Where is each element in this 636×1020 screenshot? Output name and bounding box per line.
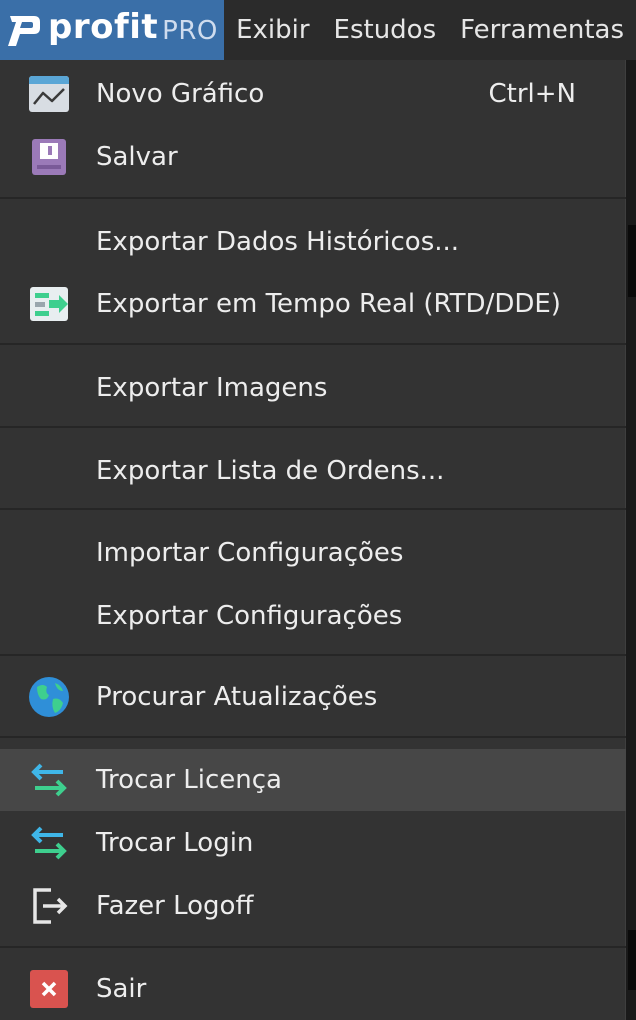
menu-item-label: Novo Gráfico — [96, 79, 265, 109]
globe-icon — [27, 675, 71, 719]
menu-item-label: Importar Configurações — [96, 538, 404, 568]
menubar-item-ferramentas[interactable]: Ferramentas — [448, 0, 636, 60]
menu-item-trocar-login[interactable]: Trocar Login — [0, 812, 626, 874]
swap-arrows-icon — [27, 821, 71, 865]
menu-item-exportar-tempo-real[interactable]: Exportar em Tempo Real (RTD/DDE) — [0, 273, 626, 335]
menu-item-exportar-lista-ordens[interactable]: Exportar Lista de Ordens... — [0, 440, 626, 502]
menu-item-exportar-imagens[interactable]: Exportar Imagens — [0, 357, 626, 419]
export-realtime-icon — [27, 282, 71, 326]
menu-item-label: Exportar em Tempo Real (RTD/DDE) — [96, 289, 561, 319]
menu-item-novo-grafico[interactable]: Novo Gráfico Ctrl+N — [0, 63, 626, 125]
menu-separator — [0, 736, 626, 738]
menu-separator — [0, 946, 626, 948]
menu-separator — [0, 654, 626, 656]
menu-item-exportar-dados-historicos[interactable]: Exportar Dados Históricos... — [0, 211, 626, 273]
menu-item-fazer-logoff[interactable]: Fazer Logoff — [0, 875, 626, 937]
app-menu-logo-button[interactable]: profit PRO — [0, 0, 225, 60]
menu-item-label: Exportar Dados Históricos... — [96, 227, 460, 257]
menu-item-label: Fazer Logoff — [96, 891, 254, 921]
menu-item-label: Sair — [96, 974, 147, 1004]
swap-arrows-icon — [27, 758, 71, 802]
logo-suffix: PRO — [162, 16, 218, 46]
menubar: profit PRO Exibir Estudos Ferramentas — [0, 0, 636, 60]
menu-item-label: Procurar Atualizações — [96, 682, 378, 712]
menu-item-label: Exportar Configurações — [96, 601, 403, 631]
menu-item-sair[interactable]: Sair — [0, 958, 626, 1020]
menu-item-label: Salvar — [96, 142, 178, 172]
profit-logo-icon — [4, 10, 44, 50]
save-icon — [27, 135, 71, 179]
chart-line-icon — [27, 72, 71, 116]
menu-separator — [0, 426, 626, 428]
menu-separator — [0, 197, 626, 199]
menu-item-importar-configuracoes[interactable]: Importar Configurações — [0, 522, 626, 584]
logo-wordmark: profit — [48, 7, 159, 47]
app-window: profit PRO Exibir Estudos Ferramentas No… — [0, 0, 636, 1020]
menu-item-shortcut: Ctrl+N — [488, 79, 577, 109]
file-menu-dropdown: Novo Gráfico Ctrl+N Salvar Exportar Dado… — [0, 60, 626, 1020]
logoff-icon — [27, 884, 71, 928]
menu-item-salvar[interactable]: Salvar — [0, 126, 626, 188]
menu-item-procurar-atualizacoes[interactable]: Procurar Atualizações — [0, 666, 626, 728]
menu-item-label: Trocar Licença — [96, 765, 282, 795]
close-icon — [27, 967, 71, 1011]
menu-item-label: Exportar Imagens — [96, 373, 328, 403]
menu-item-trocar-licenca[interactable]: Trocar Licença — [0, 749, 626, 811]
background-app-strip — [626, 60, 636, 1020]
menubar-item-estudos[interactable]: Estudos — [322, 0, 449, 60]
menu-item-label: Exportar Lista de Ordens... — [96, 456, 445, 486]
menu-item-label: Trocar Login — [96, 828, 254, 858]
menubar-item-exibir[interactable]: Exibir — [224, 0, 321, 60]
menu-separator — [0, 343, 626, 345]
menu-separator — [0, 508, 626, 510]
menu-item-exportar-configuracoes[interactable]: Exportar Configurações — [0, 585, 626, 647]
